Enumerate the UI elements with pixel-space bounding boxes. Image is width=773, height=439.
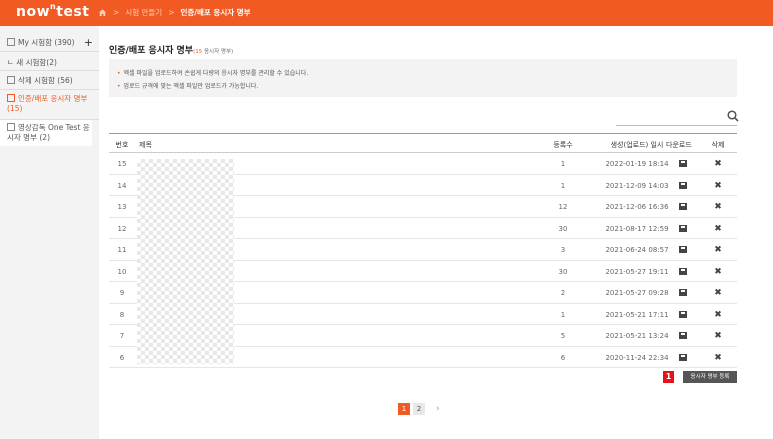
divider	[0, 51, 99, 52]
delete-icon[interactable]: ✖	[708, 246, 728, 255]
download-icon[interactable]	[673, 160, 693, 169]
search-icon[interactable]	[727, 110, 739, 122]
list-icon	[7, 123, 15, 131]
delete-icon[interactable]: ✖	[708, 203, 728, 212]
next-page-icon[interactable]: ›	[436, 404, 440, 414]
header-title: 제목	[139, 141, 152, 149]
download-icon[interactable]	[673, 332, 693, 341]
search-input[interactable]	[616, 125, 737, 126]
divider	[0, 70, 99, 71]
table-header: 번호 제목 등록수 생성(업로드) 일시 다운로드 삭제	[109, 133, 737, 153]
download-icon[interactable]	[673, 224, 693, 234]
breadcrumb-separator: >	[168, 8, 175, 17]
header-download: 다운로드	[666, 141, 692, 149]
delete-icon[interactable]: ✖	[708, 289, 728, 298]
top-bar: nowntest > 시험 만들기 > 인증/배포 응시자 명부	[0, 0, 773, 26]
page-button-2[interactable]: 2	[413, 403, 425, 415]
register-roster-button[interactable]: 응시자 명부 등록	[683, 371, 737, 383]
sidebar-item-new-exams[interactable]: ㄴ 새 시험함(2)	[0, 57, 99, 68]
page-title: 인증/배포 응시자 명부(15 응시자 명부)	[109, 46, 234, 56]
folder-icon	[7, 38, 15, 46]
delete-icon[interactable]: ✖	[708, 267, 728, 277]
sidebar-item-video-roster[interactable]: 영상감독 One Test 응시자 명부 (2)	[0, 120, 92, 146]
pagination: 1 2 ›	[398, 403, 440, 415]
header-num: 번호	[115, 141, 129, 149]
header-count: 등록수	[553, 141, 573, 149]
add-folder-button[interactable]: +	[84, 36, 93, 49]
notice-line: 엑셀 파일을 업로드하여 손쉽게 다량의 응시자 명부를 관리할 수 있습니다.	[117, 68, 309, 77]
breadcrumb-item-exam[interactable]: 시험 만들기	[125, 7, 162, 18]
sidebar-item-certification-roster[interactable]: 인증/배포 응시자 명부 (15)	[0, 94, 92, 114]
delete-icon[interactable]: ✖	[708, 310, 728, 320]
download-icon[interactable]	[673, 310, 693, 320]
trash-icon	[7, 76, 15, 84]
breadcrumb-separator: >	[113, 8, 120, 17]
delete-icon[interactable]: ✖	[708, 353, 728, 363]
delete-icon[interactable]: ✖	[708, 224, 728, 234]
main-content: 인증/배포 응시자 명부(15 응시자 명부) 엑셀 파일을 업로드하여 손쉽게…	[99, 26, 773, 439]
divider	[0, 89, 99, 90]
notice-box: 엑셀 파일을 업로드하여 손쉽게 다량의 응시자 명부를 관리할 수 있습니다.…	[109, 59, 737, 97]
header-delete: 삭제	[711, 141, 725, 149]
logo[interactable]: nowntest	[16, 2, 89, 20]
notice-line: 업로드 규격에 맞는 엑셀 파일만 업로드가 가능합니다.	[117, 81, 259, 90]
download-icon[interactable]	[673, 203, 693, 212]
home-icon[interactable]	[98, 8, 107, 17]
download-icon[interactable]	[673, 353, 693, 363]
sidebar: My 시험함 (390) + ㄴ 새 시험함(2) 삭제 시험함 (56) 인증…	[0, 26, 99, 439]
download-icon[interactable]	[673, 246, 693, 255]
step-badge: 1	[663, 371, 674, 383]
breadcrumb-current: 인증/배포 응시자 명부	[180, 8, 251, 17]
title-count: (15	[193, 49, 203, 55]
download-icon[interactable]	[673, 181, 693, 191]
download-icon[interactable]	[673, 289, 693, 298]
breadcrumb: > 시험 만들기 > 인증/배포 응시자 명부	[98, 7, 251, 18]
redacted-titles	[137, 159, 234, 364]
delete-icon[interactable]: ✖	[708, 332, 728, 341]
page-button-1[interactable]: 1	[398, 403, 410, 415]
list-icon	[7, 94, 15, 102]
delete-icon[interactable]: ✖	[708, 160, 728, 169]
delete-icon[interactable]: ✖	[708, 181, 728, 191]
download-icon[interactable]	[673, 267, 693, 277]
sidebar-item-deleted-exams[interactable]: 삭제 시험함 (56)	[0, 75, 99, 86]
